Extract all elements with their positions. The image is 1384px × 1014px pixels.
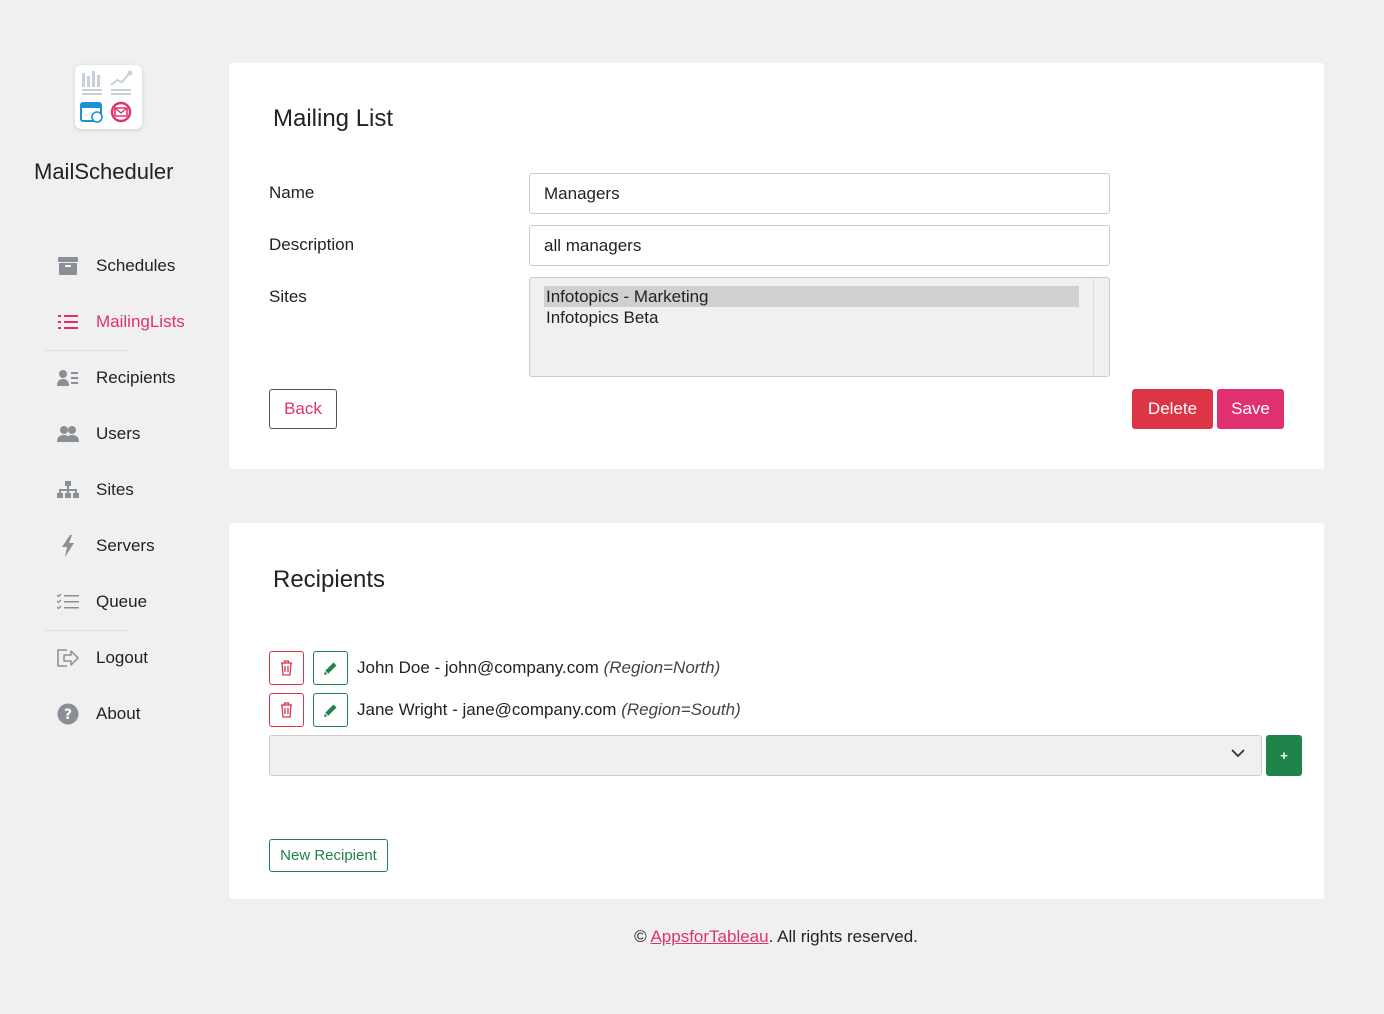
sidebar-item-label: Sites — [96, 480, 134, 499]
sidebar-item-label: Servers — [96, 536, 155, 555]
address-card-icon — [57, 367, 79, 389]
bolt-icon — [57, 535, 79, 557]
footer-suffix: . All rights reserved. — [768, 927, 918, 946]
question-circle-icon: ? — [57, 703, 79, 725]
scrollbar[interactable] — [1093, 278, 1109, 376]
add-recipient-button[interactable]: + — [1266, 735, 1302, 776]
save-button[interactable]: Save — [1217, 389, 1284, 429]
sidebar-item-schedules[interactable]: Schedules — [45, 245, 215, 287]
recipients-panel: Recipients John Doe - john@company.com (… — [229, 523, 1324, 899]
footer: © AppsforTableau. All rights reserved. — [0, 927, 1384, 947]
copyright-symbol: © — [634, 927, 647, 946]
mailing-list-panel: Mailing List Name Description Sites Info… — [229, 63, 1324, 469]
site-option[interactable]: Infotopics - Marketing — [544, 286, 1079, 307]
description-label: Description — [269, 235, 355, 254]
back-button[interactable]: Back — [269, 389, 337, 429]
description-field[interactable] — [529, 225, 1110, 266]
name-label: Name — [269, 183, 315, 202]
trash-icon — [281, 660, 292, 676]
sidebar-item-recipients[interactable]: Recipients — [45, 357, 215, 399]
sidebar-item-queue[interactable]: Queue — [45, 581, 215, 623]
sidebar-item-users[interactable]: Users — [45, 413, 215, 455]
pencil-icon — [324, 704, 337, 717]
sidebar-nav: Schedules MailingLists Recipients Users — [45, 245, 215, 735]
list-item: John Doe - john@company.com (Region=Nort… — [269, 651, 720, 685]
sidebar-item-about[interactable]: ? About — [45, 693, 215, 735]
list-icon — [57, 311, 79, 333]
site-option[interactable]: Infotopics Beta — [544, 307, 1079, 328]
recipient-text: Jane Wright - jane@company.com (Region=S… — [357, 700, 741, 719]
sidebar-item-label: Queue — [96, 592, 148, 611]
nav-divider — [45, 630, 127, 631]
chevron-down-icon — [1231, 749, 1245, 758]
delete-recipient-button[interactable] — [269, 693, 304, 727]
appsfortableau-link[interactable]: AppsforTableau — [650, 927, 768, 946]
recipient-filter: (Region=North) — [603, 658, 721, 677]
page-title: Mailing List — [273, 105, 394, 132]
svg-text:?: ? — [64, 707, 72, 723]
delete-button[interactable]: Delete — [1132, 389, 1213, 429]
users-icon — [57, 423, 79, 445]
sidebar-item-sites[interactable]: Sites — [45, 469, 215, 511]
nav-divider — [45, 350, 127, 351]
sidebar-item-label: Logout — [96, 648, 148, 667]
recipient-select[interactable] — [269, 735, 1262, 776]
sidebar-item-logout[interactable]: Logout — [45, 637, 215, 679]
list-item: Jane Wright - jane@company.com (Region=S… — [269, 693, 741, 727]
edit-recipient-button[interactable] — [313, 651, 348, 685]
delete-recipient-button[interactable] — [269, 651, 304, 685]
tasks-icon — [57, 591, 79, 613]
edit-recipient-button[interactable] — [313, 693, 348, 727]
sidebar: MailScheduler Schedules MailingLists Rec… — [0, 0, 215, 1014]
sidebar-item-label: MailingLists — [96, 312, 185, 331]
sites-label: Sites — [269, 287, 307, 306]
sidebar-item-label: Recipients — [96, 368, 176, 387]
name-field[interactable] — [529, 173, 1110, 214]
sidebar-item-label: About — [96, 704, 141, 723]
recipient-text: John Doe - john@company.com (Region=Nort… — [357, 658, 721, 677]
archive-icon — [57, 255, 79, 277]
new-recipient-button[interactable]: New Recipient — [269, 839, 388, 872]
pencil-icon — [324, 662, 337, 675]
sidebar-item-label: Users — [96, 424, 141, 443]
recipient-filter: (Region=South) — [621, 700, 741, 719]
app-logo — [75, 65, 142, 129]
sites-multiselect[interactable]: Infotopics - Marketing Infotopics Beta — [529, 277, 1110, 377]
sitemap-icon — [57, 479, 79, 501]
trash-icon — [281, 702, 292, 718]
sign-out-icon — [57, 647, 79, 669]
sidebar-item-label: Schedules — [96, 256, 176, 275]
app-name: MailScheduler — [34, 159, 174, 184]
recipients-title: Recipients — [273, 566, 386, 593]
sidebar-item-mailinglists[interactable]: MailingLists — [45, 301, 215, 343]
sidebar-item-servers[interactable]: Servers — [45, 525, 215, 567]
